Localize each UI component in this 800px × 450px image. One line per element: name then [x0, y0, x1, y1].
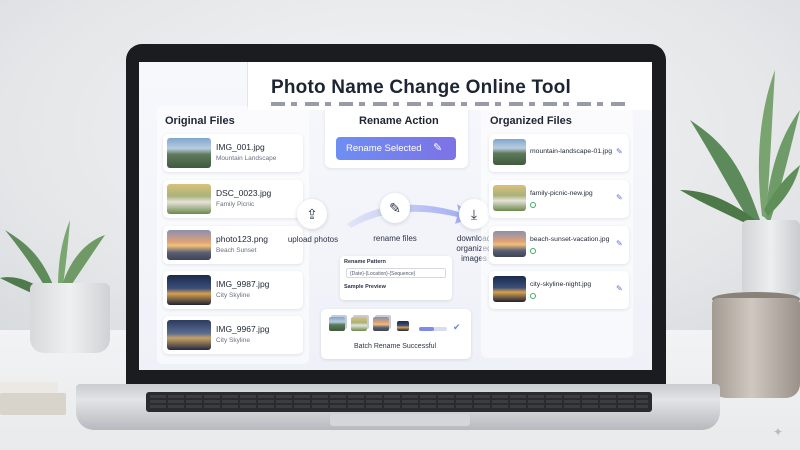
organized-file-name: family-picnic-new.jpg — [530, 190, 593, 197]
organized-file-name: city-skyline-night.jpg — [530, 281, 592, 288]
sunset-thumbnail — [167, 230, 211, 260]
upload-step-label: upload photos — [287, 235, 339, 244]
check-icon — [530, 202, 536, 208]
mountain-thumbnail — [167, 138, 211, 168]
file-description: City Skyline — [216, 337, 250, 344]
mini-thumbnail — [397, 321, 409, 331]
sparkle-icon: ✦ — [773, 425, 784, 439]
mini-thumbnail — [351, 317, 367, 331]
organized-file-card[interactable]: beach-sunset-vacation.jpg ✎ — [489, 226, 629, 264]
check-circle-icon: ✔ — [453, 322, 461, 332]
rename-selected-button[interactable]: Rename Selected ✎ — [336, 137, 456, 160]
mini-thumbnail — [329, 317, 345, 331]
key-row — [150, 400, 648, 403]
organized-file-name: mountain-landscape-01.jpg — [530, 148, 612, 155]
edit-icon: ✎ — [389, 200, 401, 216]
file-name: photo123.png — [216, 234, 268, 244]
organized-file-card[interactable]: family-picnic-new.jpg ✎ — [489, 180, 629, 218]
flow-arrow — [347, 204, 475, 228]
picnic-thumbnail — [167, 184, 211, 214]
file-card[interactable]: DSC_0023.jpg Family Picnic — [163, 180, 303, 218]
mountain-thumbnail — [493, 139, 526, 165]
file-description: City Skyline — [216, 292, 250, 299]
rename-pattern-input[interactable]: {Date}-{Location}-{Sequence} — [346, 268, 446, 278]
upload-icon: ⇪ — [306, 206, 318, 222]
file-description: Mountain Landscape — [216, 155, 277, 162]
edit-icon[interactable]: ✎ — [616, 284, 623, 293]
left-plant-pot — [30, 283, 110, 353]
file-description: Family Picnic — [216, 201, 255, 208]
notebook — [0, 393, 66, 415]
file-name: IMG_001.jpg — [216, 142, 265, 152]
upload-step-button[interactable]: ⇪ — [297, 199, 327, 229]
organized-files-heading: Organized Files — [490, 115, 572, 127]
batch-progress-fill — [419, 327, 435, 331]
page-title: Photo Name Change Online Tool — [271, 77, 571, 98]
edit-icon[interactable]: ✎ — [616, 239, 623, 248]
picnic-thumbnail — [493, 185, 526, 211]
organized-file-name: beach-sunset-vacation.jpg — [530, 236, 610, 243]
rename-step-button[interactable]: ✎ — [380, 193, 410, 223]
sunset-thumbnail — [493, 231, 526, 257]
rename-action-heading: Rename Action — [359, 115, 439, 127]
city-thumbnail — [167, 320, 211, 350]
original-files-heading: Original Files — [165, 115, 235, 127]
key-row — [150, 395, 648, 398]
rename-step-label: rename files — [373, 234, 417, 243]
check-icon — [530, 293, 536, 299]
file-card[interactable]: IMG_9987.jpg City Skyline — [163, 271, 303, 309]
coffee-mug — [712, 298, 800, 398]
city-thumbnail — [493, 276, 526, 302]
edit-icon[interactable]: ✎ — [616, 193, 623, 202]
batch-progress-bar — [419, 327, 447, 331]
file-name: IMG_9987.jpg — [216, 279, 270, 289]
right-plant-pot — [742, 220, 800, 295]
app-screen: Photo Name Change Online Tool Original F… — [139, 62, 652, 370]
laptop-trackpad — [330, 414, 470, 426]
file-card[interactable]: photo123.png Beach Sunset — [163, 226, 303, 264]
organized-file-card[interactable]: city-skyline-night.jpg ✎ — [489, 271, 629, 309]
city-thumbnail — [167, 275, 211, 305]
file-card[interactable]: IMG_001.jpg Mountain Landscape — [163, 134, 303, 172]
key-row — [150, 405, 648, 408]
check-icon — [530, 248, 536, 254]
mini-thumbnail — [373, 317, 389, 331]
file-card[interactable]: IMG_9967.jpg City Skyline — [163, 316, 303, 354]
sample-preview-label: Sample Preview — [344, 284, 386, 290]
edit-icon[interactable]: ✎ — [616, 147, 623, 156]
organized-file-card[interactable]: mountain-landscape-01.jpg ✎ — [489, 134, 629, 172]
rename-pattern-label: Rename Pattern — [344, 259, 386, 265]
edit-icon: ✎ — [433, 142, 443, 154]
file-name: DSC_0023.jpg — [216, 188, 272, 198]
file-name: IMG_9967.jpg — [216, 324, 270, 334]
rename-selected-label: Rename Selected — [346, 143, 422, 154]
download-icon: ⤓ — [470, 206, 478, 222]
batch-status-label: Batch Rename Successful — [354, 343, 437, 350]
file-description: Beach Sunset — [216, 247, 257, 254]
